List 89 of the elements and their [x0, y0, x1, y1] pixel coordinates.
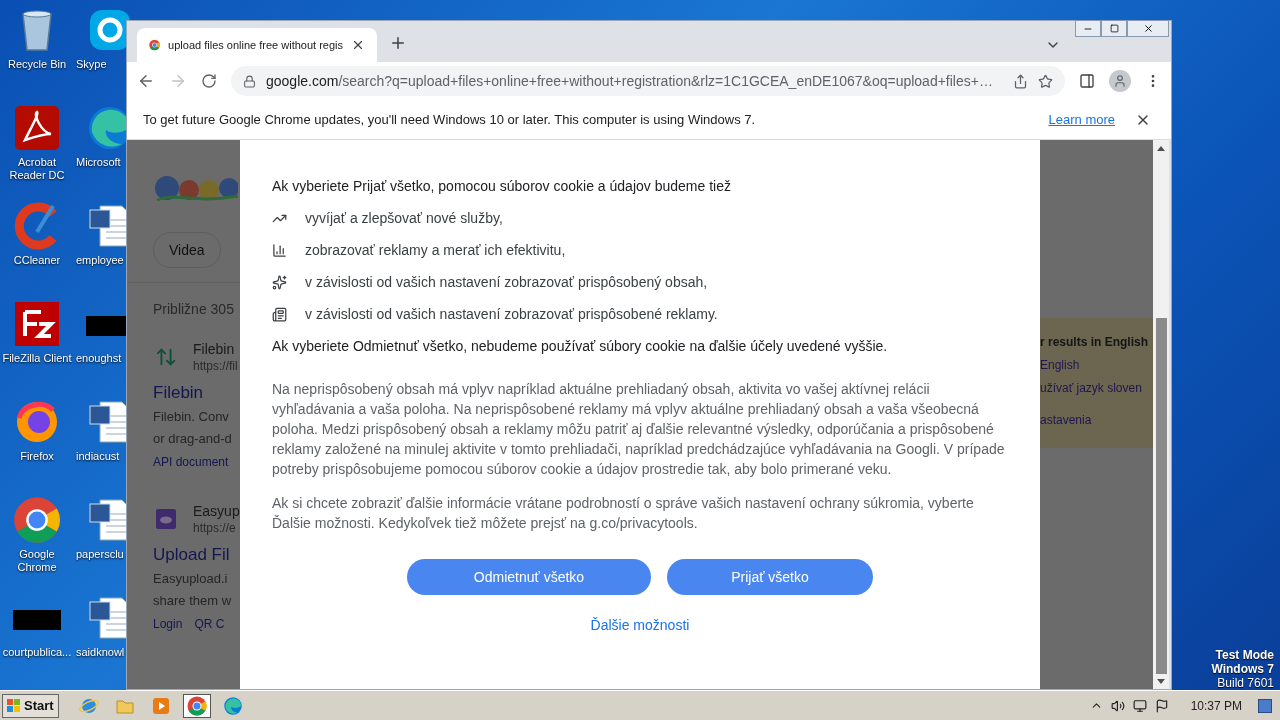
desktop-icon-label[interactable]: papersclu [76, 548, 124, 561]
reject-all-button[interactable]: Odmietnuť všetko [407, 559, 651, 595]
google-favicon [149, 38, 161, 52]
consent-purpose: v závislosti od vašich nastavení zobrazovať prispôsobený obsah, [305, 273, 708, 292]
flag-icon[interactable] [1154, 698, 1169, 713]
accept-all-button[interactable]: Prijať všetko [667, 559, 873, 595]
restore-button[interactable] [1101, 20, 1127, 37]
scrollbar[interactable] [1153, 140, 1169, 689]
windows-logo-icon [7, 698, 21, 713]
media-player-icon [150, 695, 171, 716]
sparkle-icon [272, 274, 287, 290]
speaker-icon[interactable] [1110, 698, 1125, 713]
browser-tab[interactable]: upload files online free without regis [137, 28, 377, 62]
scroll-up-icon[interactable] [1157, 146, 1165, 151]
cloud-icon [155, 508, 177, 530]
site-name: Filebin [193, 340, 236, 358]
network-icon[interactable] [1132, 698, 1147, 713]
restore-icon [1109, 24, 1119, 33]
language-link[interactable]: užívať jazyk sloven [1040, 378, 1153, 398]
chrome-icon [186, 695, 207, 716]
system-info-text: Windows 7 [1211, 662, 1274, 676]
scroll-thumb[interactable] [1155, 318, 1167, 674]
consent-purpose: zobrazovať reklamy a merať ich efektivitu, [305, 241, 566, 260]
lock-icon [243, 74, 256, 88]
site-url: https://fil [193, 358, 238, 374]
tab-title: upload files online free without regis [168, 37, 343, 53]
chrome-icon [13, 496, 61, 544]
info-paragraph: Na neprispôsobený obsah má vplyv napríklad aktuálne prehliadaný obsah, aktivita vo vašej aktívnej relácii vyhľadávania a vaša poloha. Na neprispôsobené reklamy má vplyv aktuálne prehliadaný obsah a vaša všeobecná poloha. Medzi prispôsobený obsah a reklamy môžu patriť aj ďalšie relevantné výsledky, odporúčania a prispôsobené reklamy založené na minulej aktivite v tomto prehliadači, napríklad predchádzajúce vyhľadávania na Googli. V prípade potreby prispôsobujeme pomocou súborov cookie a údajov prostredie tak, aby bolo primerané veku. [272, 380, 1006, 479]
plus-icon [389, 34, 407, 52]
close-tab-icon[interactable] [351, 38, 365, 52]
consent-purpose: vyvíjať a zlepšovať nové služby, [305, 209, 503, 228]
show-desktop-button[interactable] [1258, 698, 1272, 713]
back-icon[interactable] [137, 72, 155, 90]
consent-heading: Ak vyberiete Prijať všetko, pomocou súborov cookie a údajov budeme tiež [272, 177, 732, 196]
desktop-icon-label[interactable]: CCleaner [0, 254, 74, 267]
more-options-link[interactable]: Ďalšie možnosti [590, 615, 690, 635]
bookmark-star-icon[interactable] [1038, 73, 1053, 89]
desktop-icon-label[interactable]: Skype [76, 58, 107, 71]
address-bar[interactable]: google.com/search?q=upload+files+online+free+without+registration&rlz=1C1GCEA_enDE1067&oq=upload+files+… [231, 66, 1065, 96]
result-title-link[interactable]: Upload Fil [153, 542, 240, 568]
info-paragraph: Ak si chcete zobraziť ďalšie informácie vrátane podrobností o správe vašich nastavení ochrany súkromia, vyberte Ďalšie možnosti. Kedykoľvek tiež môžete prejsť na g.co/privacytools. [272, 494, 975, 533]
result-title-link[interactable]: Filebin [153, 380, 240, 406]
system-info-text: Test Mode [1215, 648, 1274, 662]
desktop-icon-label[interactable]: Acrobat Reader DC [0, 156, 74, 182]
result-snippet: Filebin. Conv [153, 408, 230, 426]
desktop-icon-label[interactable]: Microsoft [76, 156, 121, 169]
taskbar-app-button[interactable] [182, 693, 211, 718]
site-url: https://e [193, 520, 237, 536]
desktop-icon-label[interactable]: enoughst [76, 352, 122, 365]
result-count: Približne 305 [153, 300, 235, 319]
desktop-icon-label[interactable]: Google Chrome [0, 548, 74, 574]
desktop-icon-label[interactable]: FileZilla Client [0, 352, 74, 365]
language-card-heading: r results in English [1040, 334, 1150, 351]
site-name: Easyup [193, 502, 240, 520]
scroll-down-icon[interactable] [1157, 679, 1165, 684]
decline-note: Ak vyberiete Odmietnuť všetko, nebudeme používať súbory cookie na ďalšie účely uvedené vyššie. [272, 337, 889, 356]
acrobat-icon [13, 104, 61, 152]
desktop-icon-label[interactable]: Firefox [0, 450, 74, 463]
desktop-icon-label[interactable]: indiacust [76, 450, 120, 463]
desktop-icon-label[interactable]: saidknowl [76, 646, 125, 659]
ad-icon [272, 306, 287, 322]
share-icon[interactable] [1013, 73, 1028, 89]
desktop-icon-label[interactable]: employee [76, 254, 124, 267]
minimize-button[interactable] [1075, 20, 1101, 37]
sitelink[interactable]: API document [153, 450, 229, 474]
learn-more-link[interactable]: Learn more [1048, 109, 1115, 130]
arrows-icon [155, 346, 177, 368]
language-link[interactable]: English [1040, 355, 1153, 375]
result-snippet: Easyupload.i [153, 570, 229, 588]
sitelink[interactable]: QR C [194, 612, 225, 636]
update-notice-text: To get future Google Chrome updates, you'll need Windows 10 or later. This computer is using Windows 7. [143, 110, 757, 129]
result-snippet: share them w [153, 592, 233, 610]
clock[interactable]: 10:37 PM [1190, 696, 1242, 715]
filezilla-icon [13, 300, 61, 348]
system-info-text: Build 7601 [1217, 676, 1274, 690]
desktop-icon-label[interactable]: courtpublica... [0, 646, 74, 659]
sitelink[interactable]: Login [153, 612, 183, 636]
side-panel-icon[interactable] [1079, 73, 1095, 89]
result-snippet: or drag-and-d [153, 430, 233, 448]
url-text: google.com/search?q=upload+files+online+free+without+registration&rlz=1C1GCEA_enDE1067&oq=upload+files+… [266, 71, 994, 91]
close-icon [1142, 23, 1154, 34]
start-button[interactable]: Start [2, 693, 59, 718]
bar-chart-icon [272, 242, 287, 258]
language-link[interactable]: astavenia [1040, 410, 1153, 430]
profile-avatar[interactable] [1109, 70, 1131, 92]
consent-purpose: v závislosti od vašich nastavení zobrazovať prispôsobené reklamy. [305, 305, 718, 324]
reload-icon[interactable] [201, 73, 217, 89]
desktop-icon-label[interactable]: Recycle Bin [0, 58, 74, 71]
edge-icon [222, 695, 243, 716]
